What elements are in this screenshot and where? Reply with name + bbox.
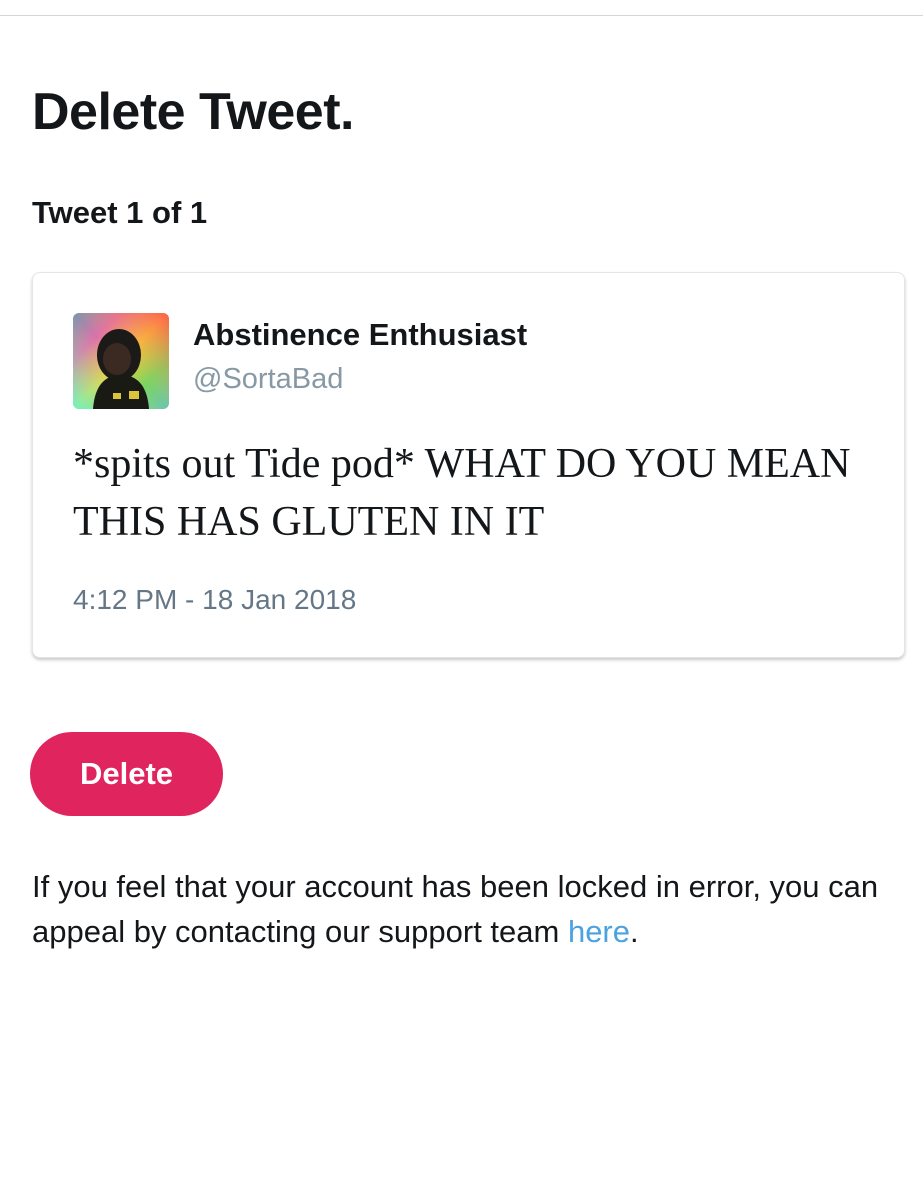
page-title: Delete Tweet.: [32, 83, 354, 141]
delete-button[interactable]: Delete: [30, 732, 223, 816]
top-divider: [0, 15, 923, 16]
user-handle: @SortaBad: [193, 363, 344, 395]
tweet-timestamp: 4:12 PM - 18 Jan 2018: [73, 584, 357, 615]
tweet-counter: Tweet 1 of 1: [32, 195, 208, 230]
appeal-text: If you feel that your account has been l…: [32, 869, 879, 949]
display-name: Abstinence Enthusiast: [193, 317, 528, 352]
appeal-message: If you feel that your account has been l…: [32, 864, 902, 954]
tweet-card: Abstinence Enthusiast @SortaBad *spits o…: [32, 272, 905, 658]
avatar-icon: [73, 313, 169, 409]
support-link[interactable]: here: [568, 914, 630, 949]
appeal-period: .: [630, 914, 639, 949]
tweet-text: *spits out Tide pod* WHAT DO YOU MEAN TH…: [73, 441, 851, 545]
